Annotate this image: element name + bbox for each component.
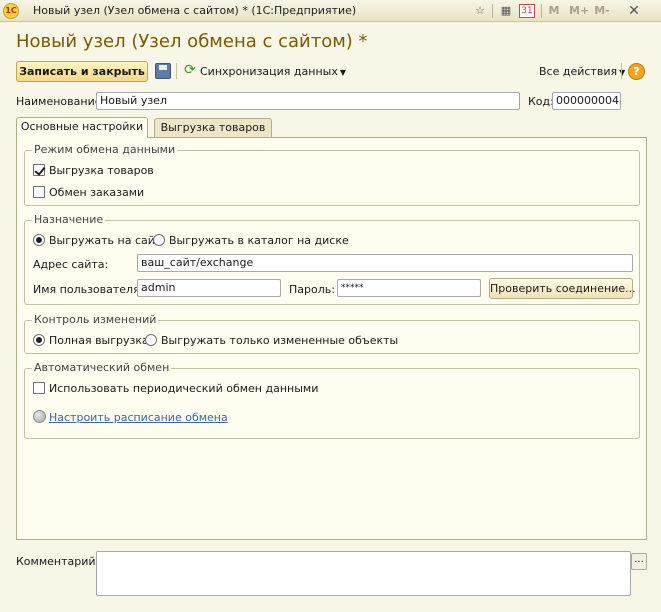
site-address-label: Адрес сайта: — [33, 258, 109, 271]
password-label: Пароль: — [289, 283, 335, 296]
changed-only-radio[interactable] — [145, 334, 157, 346]
change-control-group: Контроль изменений Полная выгрузка Выгру… — [24, 313, 640, 354]
export-to-disk-label: Выгружать в каталог на диске — [169, 234, 349, 247]
comment-edit-button[interactable]: ... — [631, 553, 647, 570]
destination-group: Назначение Выгружать на сайт Выгружать в… — [24, 213, 640, 305]
exchange-mode-group: Режим обмена данными Выгрузка товаров Об… — [24, 143, 640, 206]
favorite-icon[interactable]: ☆ — [472, 3, 488, 19]
memory-minus-button[interactable]: M- — [593, 3, 611, 19]
sync-label: Синхронизация данных — [200, 65, 338, 78]
app-logo-icon: 1C — [3, 3, 19, 19]
periodic-exchange-label: Использовать периодический обмен данными — [49, 382, 319, 395]
calculator-icon[interactable]: ▦ — [498, 3, 514, 19]
code-field[interactable]: 000000004 — [552, 92, 621, 110]
toolbar-separator — [492, 4, 493, 18]
globe-icon — [33, 410, 46, 423]
auto-exchange-group: Автоматический обмен Использовать период… — [24, 361, 640, 439]
tab-panel: Режим обмена данными Выгрузка товаров Об… — [16, 137, 647, 540]
auto-exchange-title: Автоматический обмен — [32, 361, 172, 374]
username-label: Имя пользователя: — [33, 283, 144, 296]
exchange-mode-title: Режим обмена данными — [32, 143, 178, 156]
command-separator — [621, 63, 622, 79]
periodic-exchange-checkbox[interactable] — [33, 382, 45, 394]
name-label: Наименование: — [16, 95, 106, 108]
goods-export-checkbox[interactable] — [33, 164, 45, 176]
full-export-label: Полная выгрузка — [49, 334, 149, 347]
window-title: Новый узел (Узел обмена с сайтом) * (1С:… — [33, 4, 357, 17]
check-connection-button[interactable]: Проверить соединение... — [489, 278, 636, 299]
help-icon[interactable]: ? — [628, 63, 645, 80]
password-field[interactable]: ***** — [337, 279, 481, 297]
destination-title: Назначение — [32, 213, 106, 226]
window-titlebar: 1C Новый узел (Узел обмена с сайтом) * (… — [0, 0, 661, 22]
tab-goods-export[interactable]: Выгрузка товаров — [154, 118, 272, 138]
full-export-radio[interactable] — [33, 334, 45, 346]
username-field[interactable]: admin — [137, 279, 281, 297]
toolbar-separator — [541, 4, 542, 18]
tab-main-settings[interactable]: Основные настройки — [16, 117, 148, 138]
name-field[interactable]: Новый узел — [96, 92, 520, 110]
orders-exchange-label: Обмен заказами — [49, 186, 145, 199]
calendar-icon[interactable]: 31 — [519, 4, 535, 18]
comment-field[interactable] — [96, 551, 631, 596]
export-to-site-label: Выгружать на сайт — [49, 234, 162, 247]
goods-export-label: Выгрузка товаров — [49, 164, 154, 177]
schedule-link[interactable]: Настроить расписание обмена — [49, 411, 228, 424]
export-to-disk-radio[interactable] — [153, 234, 165, 246]
orders-exchange-checkbox[interactable] — [33, 186, 45, 198]
close-icon[interactable]: ✕ — [626, 3, 642, 19]
memory-plus-button[interactable]: M+ — [569, 3, 589, 19]
changed-only-label: Выгружать только измененные объекты — [161, 334, 399, 347]
comment-label: Комментарий: — [16, 555, 100, 568]
code-label: Код: — [528, 95, 554, 108]
command-separator — [176, 63, 177, 79]
change-control-title: Контроль изменений — [32, 313, 159, 326]
save-and-close-button[interactable]: Записать и закрыть — [16, 61, 148, 82]
save-icon[interactable] — [155, 63, 171, 79]
export-to-site-radio[interactable] — [33, 234, 45, 246]
memory-m-button[interactable]: M — [547, 3, 561, 19]
chevron-down-icon: ▼ — [339, 68, 347, 77]
all-actions-button[interactable]: Все действия ▼ — [539, 65, 625, 78]
sync-menu-button[interactable]: Синхронизация данных ▼ — [200, 65, 346, 78]
sync-icon: ⟳ — [184, 62, 196, 78]
site-address-field[interactable]: ваш_сайт/exchange — [137, 254, 633, 272]
all-actions-label: Все действия — [539, 65, 618, 78]
page-title: Новый узел (Узел обмена с сайтом) * — [16, 31, 368, 52]
